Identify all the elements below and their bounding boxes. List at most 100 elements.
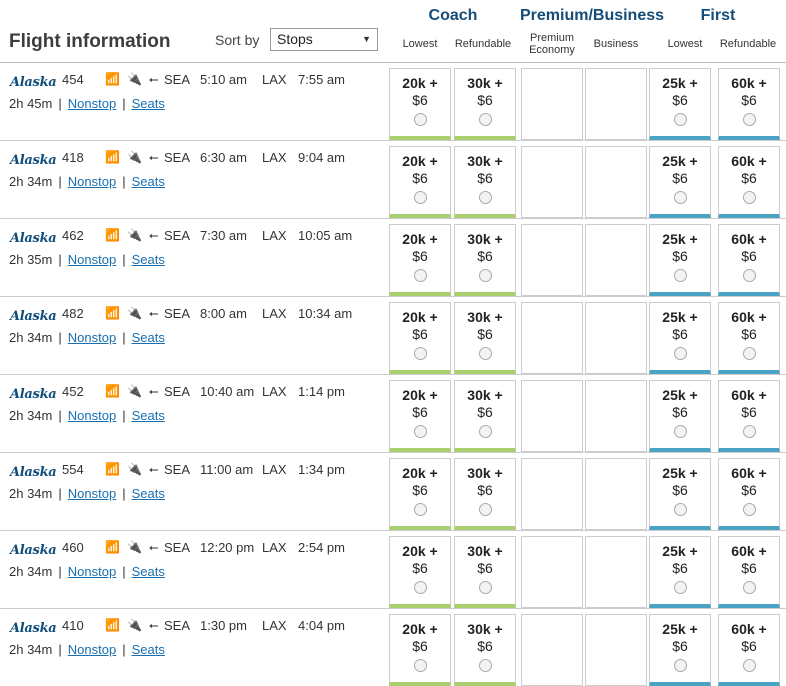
fare-coach-refundable[interactable]: 30k + $6 (454, 146, 516, 218)
fare-radio[interactable] (673, 113, 687, 126)
divider: | (58, 252, 62, 267)
usb-icon: ⭠ (148, 618, 160, 632)
fare-radio[interactable] (413, 581, 427, 594)
stops-link[interactable]: Nonstop (68, 252, 116, 267)
fare-radio[interactable] (673, 191, 687, 204)
fare-coach-lowest[interactable]: 20k + $6 (389, 458, 451, 530)
fare-first-lowest[interactable]: 25k + $6 (649, 224, 711, 296)
seats-link[interactable]: Seats (132, 174, 165, 189)
fare-radio[interactable] (673, 347, 687, 360)
fare-coach-lowest[interactable]: 20k + $6 (389, 68, 451, 140)
fare-first-refundable[interactable]: 60k + $6 (718, 146, 780, 218)
stops-link[interactable]: Nonstop (68, 96, 116, 111)
fare-radio[interactable] (478, 269, 492, 282)
fare-coach-refundable[interactable]: 30k + $6 (454, 458, 516, 530)
fare-tax: $6 (741, 326, 757, 342)
fare-coach-lowest[interactable]: 20k + $6 (389, 146, 451, 218)
flight-row: Alaska 460 📶 🔌 ⭠ SEA 12:20 pm LAX 2:54 pm … (0, 530, 786, 608)
fare-radio[interactable] (478, 581, 492, 594)
fare-first-lowest[interactable]: 25k + $6 (649, 380, 711, 452)
fare-coach-refundable[interactable]: 30k + $6 (454, 614, 516, 686)
fare-first-refundable[interactable]: 60k + $6 (718, 380, 780, 452)
fare-radio[interactable] (478, 347, 492, 360)
stops-link[interactable]: Nonstop (68, 486, 116, 501)
fare-radio[interactable] (742, 581, 756, 594)
fare-coach-refundable[interactable]: 30k + $6 (454, 536, 516, 608)
fare-radio[interactable] (413, 269, 427, 282)
fare-radio[interactable] (478, 503, 492, 516)
seats-link[interactable]: Seats (132, 642, 165, 657)
fare-radio[interactable] (742, 269, 756, 282)
fare-first-lowest[interactable]: 25k + $6 (649, 536, 711, 608)
fare-radio[interactable] (673, 425, 687, 438)
fare-coach-lowest[interactable]: 20k + $6 (389, 536, 451, 608)
sort-select[interactable]: Stops ▼ (270, 28, 378, 51)
stops-link[interactable]: Nonstop (68, 564, 116, 579)
fare-radio[interactable] (673, 581, 687, 594)
stops-link[interactable]: Nonstop (68, 174, 116, 189)
seats-link[interactable]: Seats (132, 408, 165, 423)
stops-link[interactable]: Nonstop (68, 642, 116, 657)
fare-radio[interactable] (742, 113, 756, 126)
fare-radio[interactable] (742, 659, 756, 672)
fare-business-empty (585, 302, 647, 374)
seats-link[interactable]: Seats (132, 252, 165, 267)
fare-first-refundable[interactable]: 60k + $6 (718, 458, 780, 530)
fare-first-refundable[interactable]: 60k + $6 (718, 224, 780, 296)
fare-radio[interactable] (478, 113, 492, 126)
fare-business-empty (585, 380, 647, 452)
fare-first-lowest[interactable]: 25k + $6 (649, 458, 711, 530)
results-header: Flight information Sort by Stops ▼ Coach… (0, 0, 786, 62)
fare-coach-lowest[interactable]: 20k + $6 (389, 224, 451, 296)
fare-coach-lowest[interactable]: 20k + $6 (389, 614, 451, 686)
fare-coach-refundable[interactable]: 30k + $6 (454, 224, 516, 296)
fare-coach-lowest[interactable]: 20k + $6 (389, 380, 451, 452)
fare-radio[interactable] (742, 347, 756, 360)
fare-first-lowest[interactable]: 25k + $6 (649, 68, 711, 140)
fare-radio[interactable] (478, 659, 492, 672)
fare-tax: $6 (477, 92, 493, 108)
fare-radio[interactable] (478, 191, 492, 204)
divider: | (122, 174, 126, 189)
destination-airport: LAX (262, 384, 287, 399)
usb-icon: ⭠ (148, 72, 160, 86)
fare-first-refundable[interactable]: 60k + $6 (718, 614, 780, 686)
seats-link[interactable]: Seats (132, 486, 165, 501)
fare-coach-refundable[interactable]: 30k + $6 (454, 380, 516, 452)
fare-radio[interactable] (413, 659, 427, 672)
fare-radio[interactable] (478, 425, 492, 438)
fare-radio[interactable] (413, 503, 427, 516)
seats-link[interactable]: Seats (132, 330, 165, 345)
stops-link[interactable]: Nonstop (68, 330, 116, 345)
fare-coach-refundable[interactable]: 30k + $6 (454, 68, 516, 140)
airline-logo: Alaska (10, 621, 57, 636)
amenities: 📶 🔌 ⭠ (105, 306, 166, 321)
fare-first-refundable[interactable]: 60k + $6 (718, 536, 780, 608)
fare-coach-refundable[interactable]: 30k + $6 (454, 302, 516, 374)
stops-link[interactable]: Nonstop (68, 408, 116, 423)
fare-premium-economy-empty (521, 380, 583, 452)
fare-radio[interactable] (673, 659, 687, 672)
fare-first-lowest[interactable]: 25k + $6 (649, 614, 711, 686)
fare-business-empty (585, 224, 647, 296)
fare-miles: 20k + (402, 153, 438, 169)
fare-radio[interactable] (413, 113, 427, 126)
fare-first-refundable[interactable]: 60k + $6 (718, 302, 780, 374)
fare-business-empty (585, 458, 647, 530)
fare-coach-lowest[interactable]: 20k + $6 (389, 302, 451, 374)
arrival-time: 10:05 am (298, 228, 353, 243)
fare-radio[interactable] (742, 191, 756, 204)
fare-miles: 60k + (731, 465, 767, 481)
fare-radio[interactable] (673, 269, 687, 282)
fare-first-lowest[interactable]: 25k + $6 (649, 302, 711, 374)
fare-radio[interactable] (413, 425, 427, 438)
fare-radio[interactable] (742, 425, 756, 438)
fare-radio[interactable] (413, 191, 427, 204)
fare-first-lowest[interactable]: 25k + $6 (649, 146, 711, 218)
fare-radio[interactable] (742, 503, 756, 516)
fare-radio[interactable] (413, 347, 427, 360)
fare-first-refundable[interactable]: 60k + $6 (718, 68, 780, 140)
seats-link[interactable]: Seats (132, 96, 165, 111)
seats-link[interactable]: Seats (132, 564, 165, 579)
fare-radio[interactable] (673, 503, 687, 516)
